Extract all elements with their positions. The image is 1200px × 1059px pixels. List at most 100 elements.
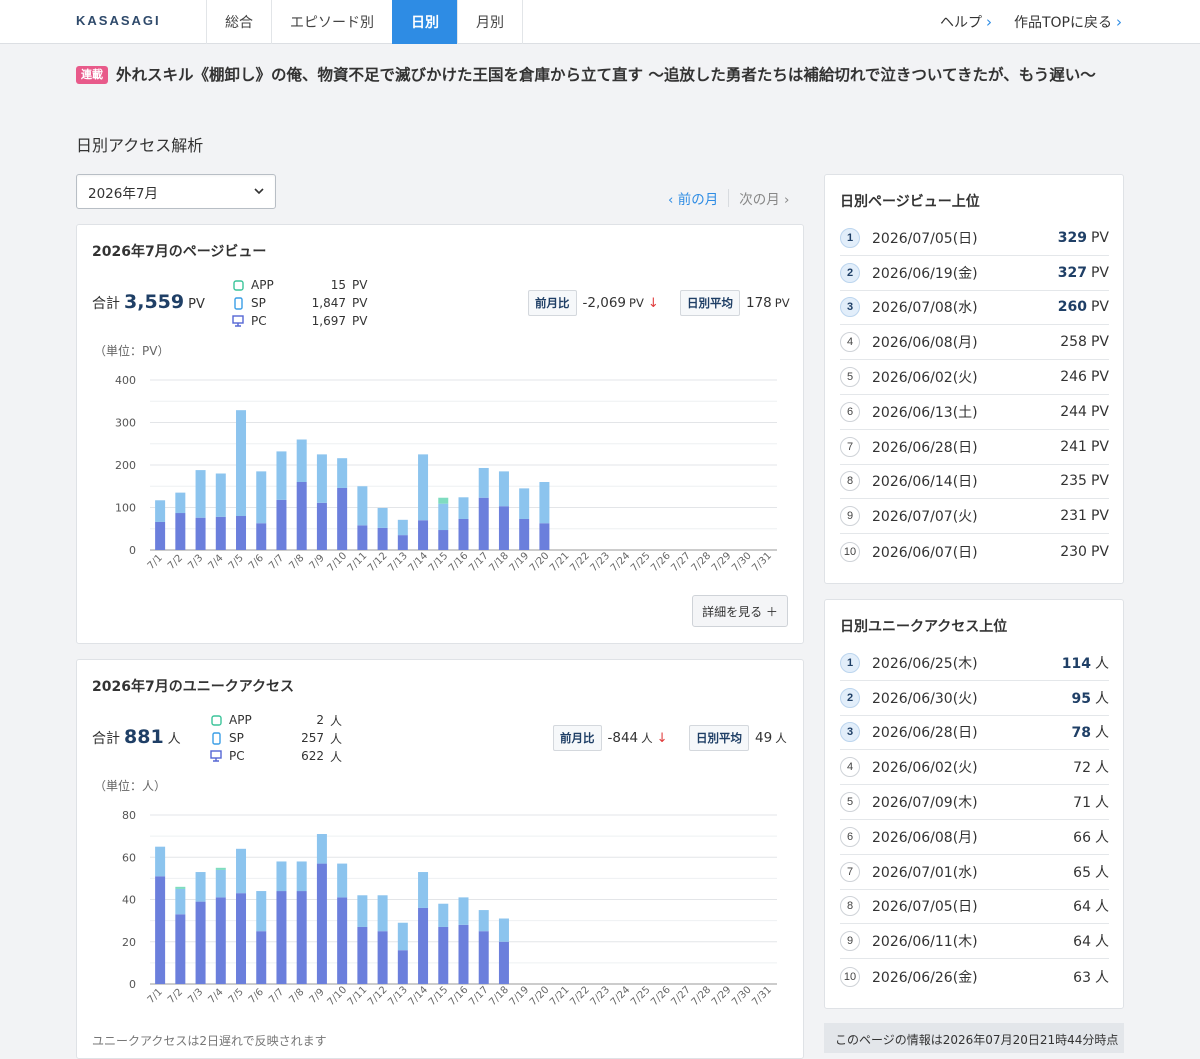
bar-segment-sp[interactable] — [296, 861, 307, 892]
bar-segment-pc[interactable] — [418, 907, 429, 984]
bar-segment-pc[interactable] — [418, 520, 429, 550]
ranking-value: 235 PV — [1060, 473, 1109, 489]
bar-segment-pc[interactable] — [498, 506, 509, 550]
bar-segment-sp[interactable] — [236, 410, 247, 516]
bar-segment-pc[interactable] — [155, 876, 166, 984]
bar-segment-sp[interactable] — [498, 918, 509, 942]
bar-segment-pc[interactable] — [175, 914, 186, 984]
bar-segment-pc[interactable] — [458, 924, 469, 984]
bar-segment-pc[interactable] — [357, 525, 368, 550]
bar-segment-pc[interactable] — [438, 530, 449, 550]
bar-segment-pc[interactable] — [215, 897, 226, 984]
bar-segment-sp[interactable] — [438, 503, 449, 531]
bar-segment-pc[interactable] — [215, 516, 226, 550]
bar-segment-sp[interactable] — [458, 897, 469, 925]
bar-segment-sp[interactable] — [478, 910, 489, 932]
bar-segment-sp[interactable] — [316, 454, 327, 503]
bar-segment-pc[interactable] — [316, 502, 327, 550]
bar-segment-sp[interactable] — [316, 834, 327, 864]
help-link[interactable]: ヘルプ › — [940, 12, 992, 32]
site-logo[interactable]: KASASAGI — [76, 13, 161, 28]
bar-segment-pc[interactable] — [498, 941, 509, 984]
ranking-value: 230 PV — [1060, 544, 1109, 560]
bar-segment-sp[interactable] — [357, 895, 368, 927]
bar-segment-pc[interactable] — [236, 516, 247, 550]
bar-segment-sp[interactable] — [539, 482, 550, 524]
back-to-work-top-link[interactable]: 作品TOPに戻る › — [1014, 12, 1122, 32]
previous-month-link[interactable]: ‹ 前の月 — [668, 188, 718, 208]
bar-segment-pc[interactable] — [397, 950, 408, 984]
month-select[interactable]: 2026年7月 — [76, 174, 276, 209]
bar-segment-pc[interactable] — [236, 893, 247, 984]
bar-segment-pc[interactable] — [155, 521, 166, 550]
bar-segment-sp[interactable] — [296, 439, 307, 483]
bar-segment-sp[interactable] — [377, 507, 388, 528]
bar-segment-sp[interactable] — [458, 497, 469, 519]
bar-segment-sp[interactable] — [438, 903, 449, 927]
bar-segment-app[interactable] — [438, 497, 449, 504]
bar-segment-sp[interactable] — [377, 895, 388, 932]
bar-segment-sp[interactable] — [519, 488, 530, 519]
bar-segment-sp[interactable] — [357, 486, 368, 526]
bar-segment-app[interactable] — [215, 867, 226, 870]
x-tick-label: 7/5 — [227, 987, 246, 1006]
bar-segment-sp[interactable] — [337, 458, 348, 488]
ranking-date: 2026/06/02(火) — [872, 760, 978, 777]
bar-segment-pc[interactable] — [357, 926, 368, 984]
bar-segment-pc[interactable] — [458, 518, 469, 550]
bar-segment-sp[interactable] — [256, 471, 267, 524]
bar-segment-sp[interactable] — [155, 846, 166, 877]
bar-segment-pc[interactable] — [296, 891, 307, 984]
x-tick-label: 7/28 — [690, 550, 714, 574]
bar-segment-pc[interactable] — [175, 513, 186, 550]
bar-segment-pc[interactable] — [296, 482, 307, 550]
bar-segment-pc[interactable] — [337, 897, 348, 984]
unique-month-comparison: 前月比 -844 人 ↓ — [553, 725, 668, 751]
bar-segment-pc[interactable] — [256, 523, 267, 550]
bar-segment-sp[interactable] — [478, 467, 489, 498]
bar-segment-app[interactable] — [175, 886, 186, 889]
tab-monthly[interactable]: 月別 — [457, 0, 523, 44]
bar-segment-pc[interactable] — [337, 487, 348, 550]
bar-segment-sp[interactable] — [195, 872, 206, 902]
view-details-button[interactable]: 詳細を見る ＋ — [692, 595, 788, 627]
bar-segment-sp[interactable] — [337, 863, 348, 898]
bar-segment-pc[interactable] — [256, 931, 267, 984]
bar-segment-sp[interactable] — [276, 451, 287, 500]
bar-segment-pc[interactable] — [478, 931, 489, 984]
bar-segment-sp[interactable] — [195, 470, 206, 518]
next-month-link[interactable]: 次の月 › — [739, 188, 789, 208]
bar-segment-pc[interactable] — [316, 863, 327, 984]
bar-segment-sp[interactable] — [215, 869, 226, 898]
bar-segment-pc[interactable] — [438, 926, 449, 984]
bar-segment-pc[interactable] — [195, 901, 206, 984]
bar-segment-sp[interactable] — [236, 848, 247, 894]
help-link-label: ヘルプ — [939, 15, 982, 31]
bar-segment-sp[interactable] — [418, 872, 429, 908]
bar-segment-pc[interactable] — [478, 497, 489, 550]
x-tick-label: 7/6 — [247, 553, 266, 572]
total-label: 合計 — [92, 296, 120, 312]
bar-segment-sp[interactable] — [498, 471, 509, 507]
bar-segment-sp[interactable] — [256, 891, 267, 932]
bar-segment-sp[interactable] — [276, 861, 287, 892]
bar-segment-pc[interactable] — [195, 517, 206, 550]
tab-overall[interactable]: 総合 — [206, 0, 271, 44]
bar-segment-sp[interactable] — [155, 500, 166, 522]
bar-segment-sp[interactable] — [175, 492, 186, 514]
bar-segment-sp[interactable] — [175, 888, 186, 915]
bar-segment-sp[interactable] — [397, 922, 408, 951]
tab-daily[interactable]: 日別 — [392, 0, 457, 44]
bar-segment-pc[interactable] — [276, 891, 287, 984]
bar-segment-pc[interactable] — [519, 518, 530, 550]
bar-segment-pc[interactable] — [377, 931, 388, 984]
bar-segment-pc[interactable] — [377, 527, 388, 550]
x-tick-label: 7/15 — [427, 984, 451, 1008]
bar-segment-pc[interactable] — [397, 535, 408, 550]
bar-segment-sp[interactable] — [418, 454, 429, 521]
bar-segment-pc[interactable] — [276, 499, 287, 550]
bar-segment-sp[interactable] — [397, 519, 408, 536]
bar-segment-sp[interactable] — [215, 473, 226, 517]
bar-segment-pc[interactable] — [539, 523, 550, 550]
tab-by-episode[interactable]: エピソード別 — [271, 0, 392, 44]
